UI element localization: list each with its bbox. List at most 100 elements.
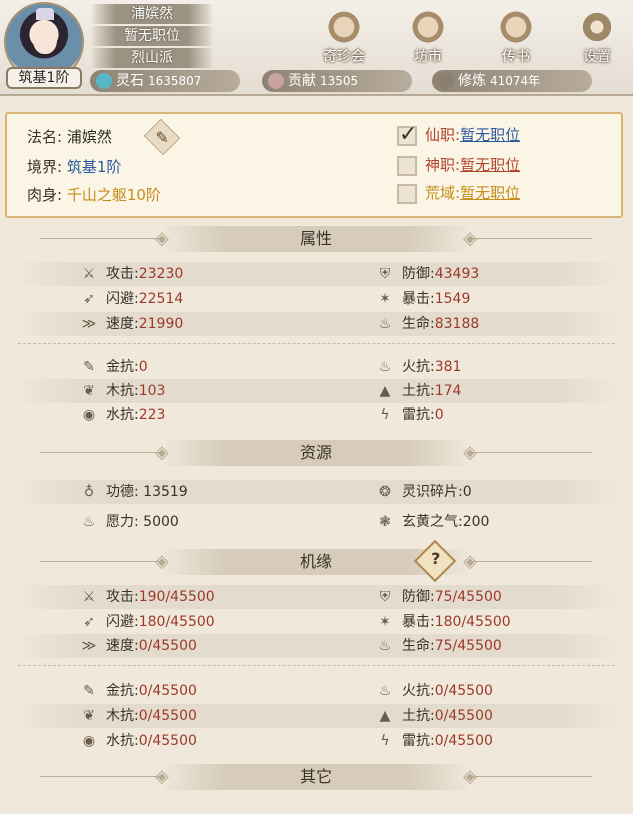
stat-label: 木抗: xyxy=(106,383,139,399)
stat-label: 速度: xyxy=(106,638,139,654)
cultivation-value: 41074年 xyxy=(490,74,541,88)
player-name-plate: 浦嫔然 xyxy=(92,4,212,24)
stat-value: 180/45500 xyxy=(434,614,511,630)
xuanhuang-qi-icon: ❃ xyxy=(379,514,391,530)
stat-value: 21990 xyxy=(138,316,184,332)
sword-icon: ⚔ xyxy=(82,589,96,605)
life-icon: ♨ xyxy=(378,638,392,654)
soul-shard-icon: ❂ xyxy=(379,484,391,500)
stat-label: 生命: xyxy=(402,638,435,654)
stat-label: 攻击: xyxy=(106,589,139,605)
stat-value: 75/45500 xyxy=(434,589,502,605)
immortal-post-checkbox[interactable] xyxy=(397,122,417,147)
spirit-stone-value: 1635807 xyxy=(148,74,202,88)
divider xyxy=(40,238,165,239)
attributes-title: 属性 xyxy=(155,226,477,252)
stat-value: 0/45500 xyxy=(138,638,197,654)
stat-value: 0/45500 xyxy=(434,683,493,699)
shield-icon: ⛨ xyxy=(379,589,391,605)
fortune-attack-stat: ⚔ 攻击:190/45500 xyxy=(80,587,215,607)
divine-post-row: 神职:暂无职位 xyxy=(397,154,520,176)
stat-label: 水抗: xyxy=(106,733,139,749)
wild-domain-link[interactable]: 暂无职位 xyxy=(460,184,520,202)
divider xyxy=(40,561,165,562)
stat-label: 金抗: xyxy=(106,683,139,699)
others-title: 其它 xyxy=(155,764,477,790)
realm-value: 筑基1阶 xyxy=(66,158,122,176)
stat-label: 生命: xyxy=(402,316,435,332)
fortune-speed-stat: ≫ 速度:0/45500 xyxy=(80,636,197,656)
stat-label: 木抗: xyxy=(106,708,139,724)
brush-icon: ✎ xyxy=(155,127,169,147)
stat-value: 190/45500 xyxy=(138,589,215,605)
immortal-post-link[interactable]: 暂无职位 xyxy=(460,126,520,144)
wild-domain-checkbox[interactable] xyxy=(397,183,417,204)
wish-icon: ♨ xyxy=(82,514,96,530)
stat-value: 0/45500 xyxy=(138,733,197,749)
crit-icon: ✶ xyxy=(379,291,391,307)
shield-icon: ⛨ xyxy=(379,266,391,282)
stat-value: 200 xyxy=(462,514,490,530)
wish-stat: ♨ 愿力: 5000 xyxy=(80,512,179,532)
question-icon: ? xyxy=(431,548,441,568)
stat-label: 功德: xyxy=(106,484,139,500)
earth-icon: ▲ xyxy=(379,383,391,399)
metal-icon: ✎ xyxy=(83,359,95,375)
stat-value: 174 xyxy=(434,383,462,399)
fortune-dodge-stat: ➶ 闪避:180/45500 xyxy=(80,612,215,632)
divine-post-checkbox[interactable] xyxy=(397,155,417,176)
profile-panel: 法名: 浦嫔然 ✎ 境界: 筑基1阶 肉身: 千山之躯10阶 仙职:暂无职位 神… xyxy=(5,112,623,218)
soul-shard-stat: ❂ 灵识碎片:0 xyxy=(376,482,472,502)
stat-label: 攻击: xyxy=(106,266,139,282)
body-value: 千山之躯10阶 xyxy=(66,186,161,204)
spirit-stone-bar: 灵石 1635807 xyxy=(90,70,240,92)
divine-post-link[interactable]: 暂无职位 xyxy=(460,156,520,174)
spirit-stone-icon xyxy=(96,73,112,89)
others-header: 其它 xyxy=(0,764,633,790)
stat-label: 速度: xyxy=(106,316,139,332)
xuanhuang-qi-stat: ❃ 玄黄之气:200 xyxy=(376,512,489,532)
name-key: 法名: xyxy=(27,128,63,146)
stat-label: 愿力: xyxy=(106,514,139,530)
stat-value: 23230 xyxy=(138,266,184,282)
cultivation-bar: 修炼 41074年 xyxy=(432,70,592,92)
name-row: 法名: 浦嫔然 xyxy=(27,126,112,147)
stat-value: 0/45500 xyxy=(138,683,197,699)
stat-label: 雷抗: xyxy=(402,733,435,749)
stat-value: 0/45500 xyxy=(138,708,197,724)
wild-domain-key: 荒域: xyxy=(425,184,461,202)
stat-value: 180/45500 xyxy=(138,614,215,630)
realm-key: 境界: xyxy=(27,158,63,176)
stat-label: 暴击: xyxy=(402,291,435,307)
top-bar: 筑基1阶 浦嫔然 暂无职位 烈山派 奇珍会 坊市 传书 设置 灵石 1635807… xyxy=(0,0,633,96)
contribution-value: 13505 xyxy=(320,74,359,88)
stat-value: 0 xyxy=(138,359,148,375)
stat-label: 土抗: xyxy=(402,708,435,724)
treasure-pavilion-icon xyxy=(325,10,363,44)
fortune-help-button[interactable]: ? xyxy=(413,539,457,583)
treasure-pavilion-button[interactable]: 奇珍会 xyxy=(312,10,376,66)
dodge-icon: ➶ xyxy=(83,291,95,307)
fortune-earth-resist-stat: ▲ 土抗:0/45500 xyxy=(376,706,493,726)
earth-resist-stat: ▲ 土抗:174 xyxy=(376,381,462,401)
market-button[interactable]: 坊市 xyxy=(396,10,460,66)
stat-label: 金抗: xyxy=(106,359,139,375)
stat-label: 暴击: xyxy=(402,614,435,630)
settings-button[interactable]: 设置 xyxy=(565,10,629,66)
dodge-stat: ➶ 闪避:22514 xyxy=(80,289,183,309)
settings-label: 设置 xyxy=(583,49,611,65)
divider xyxy=(467,238,592,239)
stat-value: 1549 xyxy=(434,291,471,307)
fire-icon: ♨ xyxy=(378,359,392,375)
fortune-metal-resist-stat: ✎ 金抗:0/45500 xyxy=(80,681,197,701)
merit-stat: ♁ 功德: 13519 xyxy=(80,482,188,502)
cultivation-label: 修炼 xyxy=(458,73,486,89)
divider xyxy=(467,776,592,777)
rename-button[interactable]: ✎ xyxy=(143,118,181,156)
mail-button[interactable]: 传书 xyxy=(484,10,548,66)
dodge-icon: ➶ xyxy=(83,614,95,630)
market-icon xyxy=(409,10,447,44)
immortal-post-row: 仙职:暂无职位 xyxy=(397,122,520,147)
stat-label: 灵识碎片: xyxy=(402,484,463,500)
body-row: 肉身: 千山之躯10阶 xyxy=(27,184,161,205)
